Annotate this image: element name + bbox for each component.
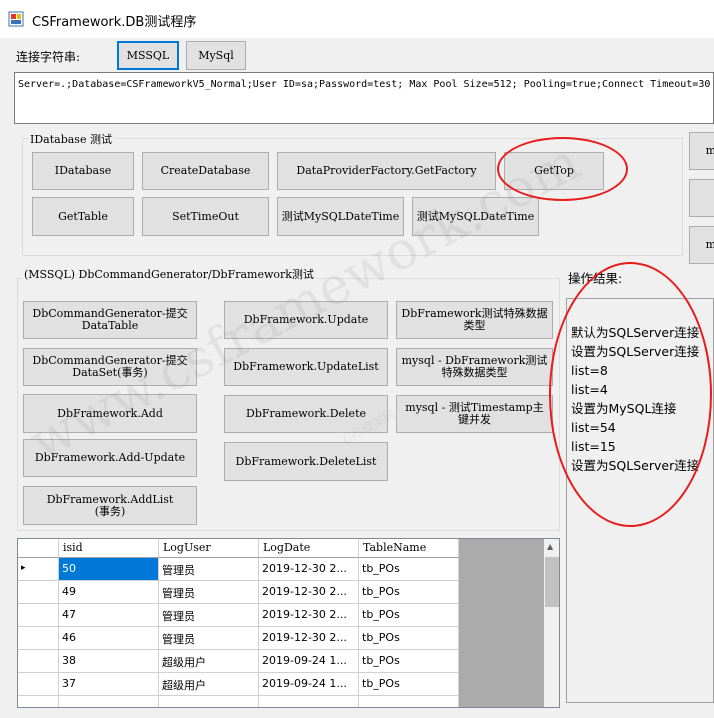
table-cell[interactable]: tb_POs	[359, 627, 459, 650]
dbframework-group-label: (MSSQL) DbCommandGenerator/DbFramework测试	[22, 266, 316, 282]
row-header[interactable]	[18, 673, 59, 696]
dbframework-updatelist-button[interactable]: DbFramework.UpdateList	[224, 348, 388, 386]
app-icon	[8, 11, 24, 27]
column-header-tablename[interactable]: TableName	[359, 539, 459, 558]
table-cell[interactable]: 2019-09-24 1...	[259, 673, 359, 696]
dbframework-deletelist-button[interactable]: DbFramework.DeleteList	[224, 442, 388, 481]
idatabase-button[interactable]: IDatabase	[32, 152, 134, 190]
test-mysql-datetime-button-2[interactable]: 测试MySQLDateTime	[412, 197, 539, 236]
mysql-special-datatype-button[interactable]: mysql - DbFramework测试 特殊数据类型	[396, 348, 553, 386]
get-table-button[interactable]: GetTable	[32, 197, 134, 236]
conn-label: 连接字符串:	[16, 50, 81, 64]
table-cell[interactable]	[259, 696, 359, 707]
table-cell[interactable]: 超级用户	[159, 673, 259, 696]
mysql-timestamp-concurrency-button[interactable]: mysql - 测试Timestamp主 键并发	[396, 395, 553, 433]
table-cell[interactable]	[159, 696, 259, 707]
table-cell[interactable]: 2019-12-30 2...	[259, 581, 359, 604]
row-header-current[interactable]: ▸	[18, 558, 59, 581]
table-cell[interactable]: 管理员	[159, 558, 259, 581]
row-header[interactable]	[18, 581, 59, 604]
table-cell[interactable]: 47	[59, 604, 159, 627]
table-cell[interactable]: 2019-12-30 2...	[259, 558, 359, 581]
special-datatype-button[interactable]: DbFramework测试特殊数据 类型	[396, 301, 553, 339]
table-cell[interactable]: tb_POs	[359, 650, 459, 673]
dbframework-addlist-button[interactable]: DbFramework.AddList (事务)	[23, 486, 197, 525]
table-cell[interactable]: tb_POs	[359, 558, 459, 581]
grid-corner	[18, 539, 59, 558]
table-cell[interactable]: 超级用户	[159, 650, 259, 673]
row-header[interactable]	[18, 604, 59, 627]
table-cell[interactable]	[359, 696, 459, 707]
test-mysql-datetime-button[interactable]: 测试MySQLDateTime	[277, 197, 404, 236]
window-title: CSFramework.DB测试程序	[32, 15, 197, 30]
title-bar: CSFramework.DB测试程序	[0, 0, 714, 38]
table-cell[interactable]: 37	[59, 673, 159, 696]
get-factory-button[interactable]: DataProviderFactory.GetFactory	[277, 152, 496, 190]
table-cell[interactable]: tb_POs	[359, 581, 459, 604]
table-cell[interactable]: 2019-12-30 2...	[259, 627, 359, 650]
side-button-2[interactable]	[689, 179, 714, 217]
dbframework-add-update-button[interactable]: DbFramework.Add-Update	[23, 439, 197, 477]
table-cell[interactable]: 2019-09-24 1...	[259, 650, 359, 673]
table-cell[interactable]: 46	[59, 627, 159, 650]
table-cell[interactable]: 管理员	[159, 604, 259, 627]
row-header[interactable]	[18, 650, 59, 673]
mysql-button[interactable]: MySql	[186, 41, 246, 70]
table-cell[interactable]: tb_POs	[359, 604, 459, 627]
table-cell[interactable]: 49	[59, 581, 159, 604]
connection-string-input[interactable]: Server=.;Database=CSFrameworkV5_Normal;U…	[14, 72, 714, 124]
row-header[interactable]	[18, 696, 59, 707]
create-database-button[interactable]: CreateDatabase	[142, 152, 269, 190]
table-cell[interactable]: 2019-12-30 2...	[259, 604, 359, 627]
row-header[interactable]	[18, 627, 59, 650]
mssql-button[interactable]: MSSQL	[117, 41, 179, 70]
table-cell[interactable]: 38	[59, 650, 159, 673]
table-cell[interactable]: 管理员	[159, 627, 259, 650]
idatabase-group-label: IDatabase 测试	[28, 131, 114, 147]
grid-vertical-scrollbar[interactable]: ▲	[544, 539, 559, 707]
column-header-logdate[interactable]: LogDate	[259, 539, 359, 558]
column-header-isid[interactable]: isid	[59, 539, 159, 558]
table-cell[interactable]: 50	[59, 558, 159, 581]
side-button-3[interactable]: m	[689, 226, 714, 264]
log-data-grid[interactable]: isid LogUser LogDate TableName ▸ 50 管理员 …	[17, 538, 560, 708]
set-timeout-button[interactable]: SetTimeOut	[142, 197, 269, 236]
dbframework-update-button[interactable]: DbFramework.Update	[224, 301, 388, 339]
table-cell[interactable]	[59, 696, 159, 707]
annotation-circle-gettop	[497, 137, 628, 201]
dbframework-add-button[interactable]: DbFramework.Add	[23, 394, 197, 433]
scroll-up-icon[interactable]: ▲	[547, 542, 553, 551]
annotation-circle-result	[549, 262, 712, 527]
table-cell[interactable]: tb_POs	[359, 673, 459, 696]
cmdgen-dataset-button[interactable]: DbCommandGenerator-提交 DataSet(事务)	[23, 348, 197, 386]
side-button-1[interactable]: m	[689, 132, 714, 170]
table-cell[interactable]: 管理员	[159, 581, 259, 604]
dbframework-delete-button[interactable]: DbFramework.Delete	[224, 395, 388, 433]
column-header-loguser[interactable]: LogUser	[159, 539, 259, 558]
scrollbar-thumb[interactable]	[545, 557, 559, 607]
cmdgen-datatable-button[interactable]: DbCommandGenerator-提交 DataTable	[23, 301, 197, 339]
